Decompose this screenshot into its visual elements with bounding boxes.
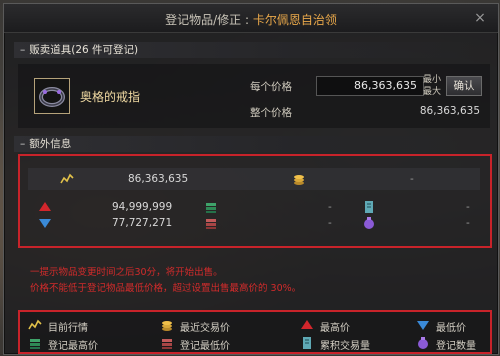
legend-label: 目前行情 — [48, 323, 88, 334]
ring-item-icon[interactable] — [34, 78, 70, 114]
blue-down-arrow-icon — [39, 219, 51, 228]
collapse-icon[interactable]: – — [20, 138, 25, 150]
sale-section-title: 贩卖道具(26 件可登记) — [29, 44, 139, 56]
register-item-window: 登记物品/修正 : 卡尔佩恩自治领 × – 贩卖道具(26 件可登记) 奥格的戒指… — [3, 3, 499, 355]
current-price-row: 86,363,635 - — [28, 168, 480, 190]
legend-label: 最高价 — [320, 323, 350, 334]
warning-text-2: 价格不能低于登记物品最低价格，超过设置出售最高价的 30%。 — [30, 283, 302, 294]
legend-label: 最低价 — [436, 323, 466, 334]
unit-price-label: 每个价格 — [250, 81, 292, 93]
highest-price-value: 94,999,999 — [112, 201, 173, 213]
window-title-region: 卡尔佩恩自治领 — [252, 13, 337, 27]
green-stack-icon — [30, 339, 40, 349]
reg-count-value: - — [466, 217, 470, 229]
purple-pouch-icon — [364, 217, 374, 229]
red-up-arrow-icon — [301, 320, 313, 329]
min-max-buttons: 最小 最大 — [420, 74, 444, 98]
purple-pouch-icon — [418, 337, 428, 349]
scroll-icon — [365, 201, 373, 213]
green-stack-icon — [206, 203, 216, 213]
window-title: 登记物品/修正 : 卡尔佩恩自治领 — [4, 11, 498, 28]
max-price-button[interactable]: 最大 — [420, 86, 444, 98]
warning-text-1: 一提示物品变更时间之后30分，将开始出售。 — [30, 267, 223, 278]
trend-line-icon — [28, 319, 42, 330]
coin-stack-icon — [294, 175, 304, 185]
sale-section-header[interactable]: – 贩卖道具(26 件可登记) — [14, 42, 490, 58]
confirm-button[interactable]: 确认 — [446, 76, 482, 96]
scroll-icon — [303, 337, 311, 349]
cumulative-volume-value: - — [466, 201, 470, 213]
total-price-value: 86,363,635 — [419, 105, 480, 117]
legend-label: 最近交易价 — [180, 323, 230, 334]
blue-down-arrow-icon — [417, 321, 429, 330]
sale-item-panel: 奥格的戒指 每个价格 86,363,635 最小 最大 确认 整个价格 86,3… — [18, 64, 490, 128]
legend-label: 登记最低价 — [180, 341, 230, 352]
red-stack-icon — [162, 339, 172, 349]
icon-legend: 目前行情 最近交易价 最高价 最低价 登记最高价 登记最低价 累积交易量 登记数… — [18, 310, 492, 354]
current-price-value: 86,363,635 — [128, 173, 189, 185]
legend-label: 登记最高价 — [48, 341, 98, 352]
total-price-label: 整个价格 — [250, 107, 292, 119]
legend-label: 登记数量 — [436, 341, 476, 352]
red-up-arrow-icon — [39, 202, 51, 211]
coin-stack-icon — [162, 321, 172, 331]
item-name: 奥格的戒指 — [80, 90, 141, 104]
title-bar[interactable]: 登记物品/修正 : 卡尔佩恩自治领 × — [4, 4, 498, 33]
reg-high-price-value: - — [328, 201, 332, 213]
close-icon[interactable]: × — [472, 10, 488, 26]
unit-price-input[interactable]: 86,363,635 — [316, 76, 424, 96]
extra-section-header[interactable]: – 额外信息 — [14, 136, 490, 152]
min-price-button[interactable]: 最小 — [420, 74, 444, 86]
trend-line-icon — [60, 173, 74, 184]
window-title-prefix: 登记物品/修正 : — [165, 13, 253, 27]
collapse-icon[interactable]: – — [20, 44, 25, 56]
recent-trade-price-value: - — [410, 173, 414, 185]
red-stack-icon — [206, 219, 216, 229]
lowest-price-value: 77,727,271 — [112, 217, 173, 229]
extra-section-title: 额外信息 — [29, 138, 72, 150]
reg-low-price-value: - — [328, 217, 332, 229]
legend-label: 累积交易量 — [320, 341, 370, 352]
